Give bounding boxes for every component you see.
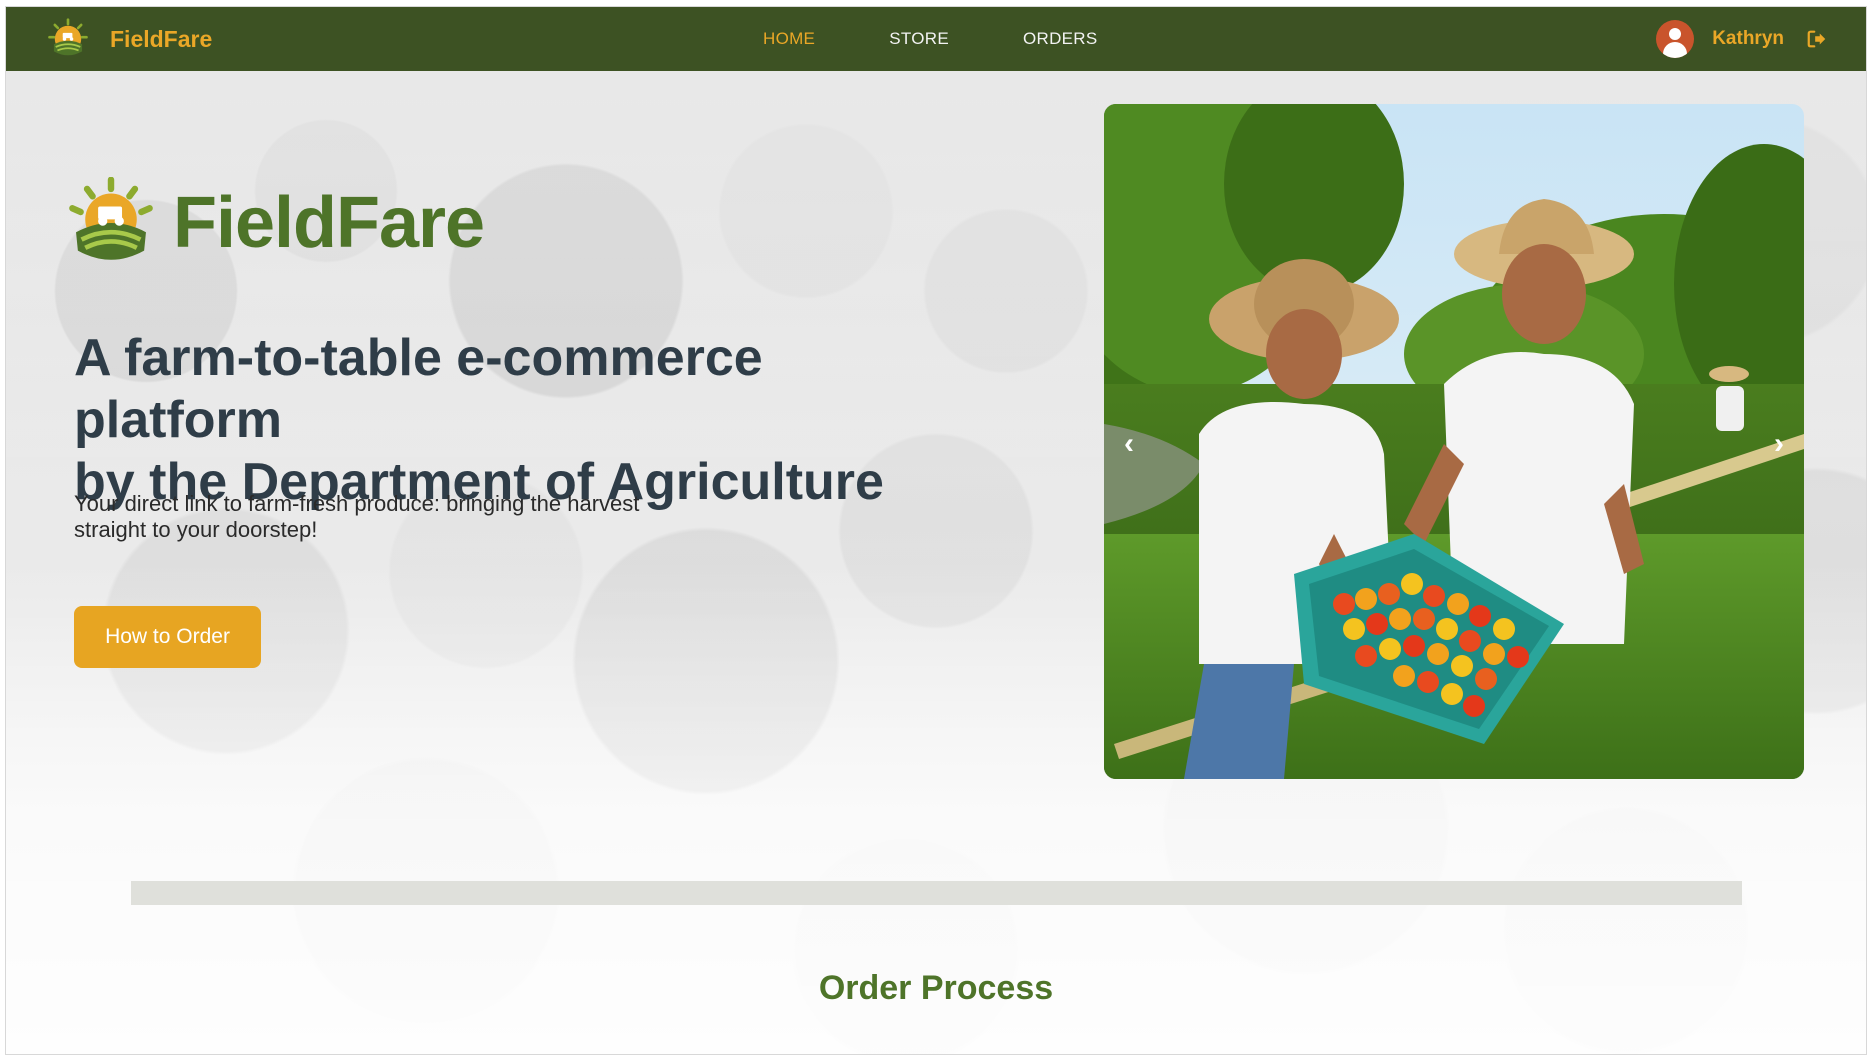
hero-brand-name: FieldFare [173, 183, 485, 263]
nav-link-orders[interactable]: ORDERS [1023, 29, 1098, 49]
nav-link-home[interactable]: HOME [763, 29, 815, 49]
fieldfare-logo-icon [69, 177, 153, 260]
hero-subtitle-line1: Your direct link to farm-fresh produce: … [74, 491, 640, 516]
logout-icon[interactable] [1806, 28, 1828, 50]
carousel-next-button[interactable]: › [1764, 424, 1794, 464]
hero-logo: FieldFare [65, 177, 485, 269]
nav-links: HOME STORE ORDERS [763, 7, 1172, 71]
user-avatar-icon[interactable] [1656, 20, 1695, 58]
hero-title: A farm-to-table e-commerce platform by t… [74, 327, 974, 513]
top-navbar: FieldFare HOME STORE ORDERS Kathryn [6, 7, 1866, 71]
nav-link-store[interactable]: STORE [889, 29, 949, 49]
how-to-order-button[interactable]: How to Order [74, 606, 261, 668]
nav-brand[interactable]: FieldFare [46, 17, 212, 61]
section-divider [131, 881, 1742, 905]
hero-carousel: ‹ › [1104, 104, 1804, 779]
user-menu: Kathryn [1656, 7, 1828, 71]
hero-subtitle-line2: straight to your doorstep! [74, 517, 318, 542]
app-window: FieldFare HOME STORE ORDERS Kathryn Fiel… [5, 6, 1867, 1055]
fieldfare-logo-icon [48, 18, 88, 56]
order-process-heading: Order Process [818, 969, 1054, 1007]
hero-subtitle: Your direct link to farm-fresh produce: … [74, 491, 694, 543]
hero-title-line1: A farm-to-table e-commerce platform [74, 329, 763, 449]
user-name[interactable]: Kathryn [1712, 28, 1784, 50]
carousel-prev-button[interactable]: ‹ [1114, 424, 1144, 464]
carousel-slide-image [1104, 104, 1804, 779]
nav-brand-label: FieldFare [110, 25, 213, 52]
